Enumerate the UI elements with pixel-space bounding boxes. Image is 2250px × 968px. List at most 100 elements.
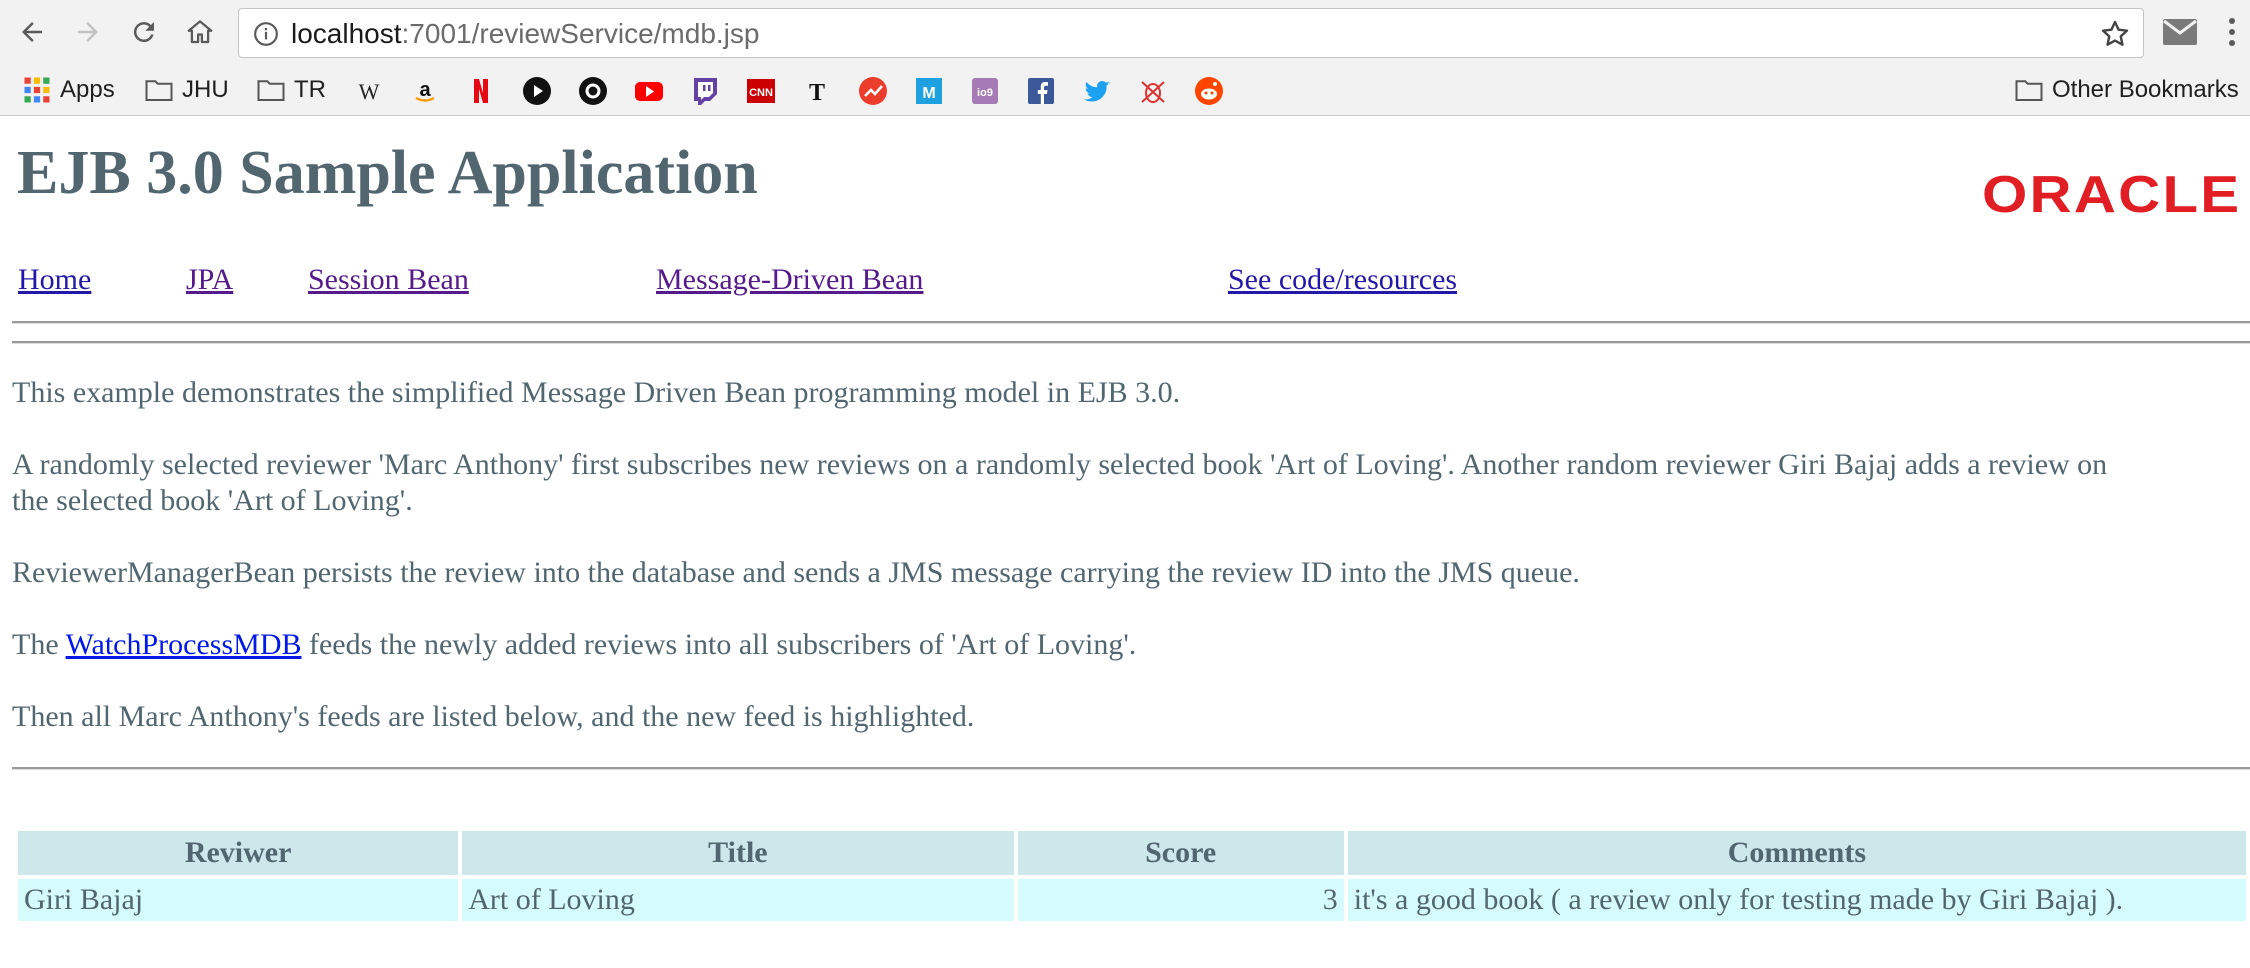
nav-code-link[interactable]: See code/resources xyxy=(1228,262,1457,298)
bookmark-play[interactable] xyxy=(522,76,552,106)
divider xyxy=(12,341,2250,344)
nav-jpa-link[interactable]: JPA xyxy=(186,262,233,298)
persist-paragraph: ReviewerManagerBean persists the review … xyxy=(12,556,1580,589)
bookmark-nytimes[interactable]: T xyxy=(802,76,832,106)
column-header-reviewer: Reviwer xyxy=(18,831,459,875)
page-content: EJB 3.0 Sample Application ORACLE Home J… xyxy=(0,117,2250,968)
nytimes-icon: T xyxy=(809,80,825,106)
scenario-paragraph: A randomly selected reviewer 'Marc Antho… xyxy=(12,447,2250,519)
medium-icon: M xyxy=(916,78,942,104)
bookmark-other-label: Other Bookmarks xyxy=(2052,76,2239,103)
reload-icon xyxy=(133,22,154,43)
play-icon xyxy=(523,77,551,105)
browser-toolbar: localhost:7001/reviewService/mdb.jsp xyxy=(0,0,2250,66)
column-header-title: Title xyxy=(462,831,1014,875)
folder-icon xyxy=(145,80,173,101)
bookmark-folder-jhu[interactable]: JHU xyxy=(144,72,229,108)
io9-icon: io9 xyxy=(972,78,998,104)
divider xyxy=(12,321,2250,324)
scenario-line-2: the selected book 'Art of Loving'. xyxy=(12,484,413,517)
facebook-icon xyxy=(1028,78,1054,104)
svg-text:a: a xyxy=(419,79,431,101)
wikipedia-icon: W xyxy=(359,79,380,104)
more-menu-icon[interactable] xyxy=(2222,15,2242,49)
svg-text:W: W xyxy=(359,79,380,104)
oracle-logo: ORACLE xyxy=(1982,166,2242,224)
bookmark-folder-jhu-label: JHU xyxy=(182,76,229,103)
mail-icon[interactable] xyxy=(2162,17,2198,47)
nav-session-bean-link[interactable]: Session Bean xyxy=(308,262,469,298)
column-header-score: Score xyxy=(1017,831,1344,875)
table-header-row: Reviwer Title Score Comments xyxy=(18,831,2246,875)
bookmark-facebook[interactable] xyxy=(1026,76,1056,106)
twitter-icon xyxy=(1084,81,1110,102)
bookmark-apps-label: Apps xyxy=(60,76,115,103)
amazon-icon: a xyxy=(415,79,435,102)
bookmark-amazon[interactable]: a xyxy=(410,76,440,106)
table-row: Giri Bajaj Art of Loving 3 it's a good b… xyxy=(18,879,2246,921)
url-host: localhost xyxy=(291,18,402,49)
netflix-icon xyxy=(474,79,488,103)
url-path: :7001/reviewService/mdb.jsp xyxy=(401,18,760,49)
back-arrow-icon xyxy=(22,22,42,42)
bookmark-trending[interactable] xyxy=(858,76,888,106)
feeds-paragraph: Then all Marc Anthony's feeds are listed… xyxy=(12,700,975,733)
svg-text:M: M xyxy=(922,85,935,102)
trending-icon xyxy=(859,77,887,105)
svg-text:io9: io9 xyxy=(977,87,993,99)
column-header-comments: Comments xyxy=(1347,831,2246,875)
folder-icon xyxy=(2015,80,2043,101)
mdb-text-post: feeds the newly added reviews into all s… xyxy=(301,628,1137,661)
url-text[interactable]: localhost:7001/reviewService/mdb.jsp xyxy=(291,19,759,49)
bookmark-twitch[interactable] xyxy=(690,76,720,106)
home-icon xyxy=(187,20,213,44)
bookmark-io9[interactable]: io9 xyxy=(970,76,1000,106)
bookmark-circle[interactable] xyxy=(578,76,608,106)
bookmark-reddit[interactable] xyxy=(1194,76,1224,106)
bookmark-star-icon[interactable] xyxy=(2099,18,2131,50)
divider xyxy=(12,767,2250,770)
bookmark-youtube[interactable] xyxy=(634,76,664,106)
youtube-icon xyxy=(635,82,663,101)
bookmark-netflix[interactable] xyxy=(466,76,496,106)
bookmark-wikipedia[interactable]: W xyxy=(354,76,384,106)
bug-icon xyxy=(1141,81,1165,103)
nav-mdb-link[interactable]: Message-Driven Bean xyxy=(656,262,923,298)
info-icon[interactable] xyxy=(253,21,279,47)
intro-paragraph: This example demonstrates the simplified… xyxy=(12,376,1181,409)
cnn-icon: CNN xyxy=(747,79,775,103)
folder-icon xyxy=(257,80,285,101)
nav-home-link[interactable]: Home xyxy=(18,262,91,298)
apps-grid-icon xyxy=(24,77,50,103)
bookmark-other[interactable]: Other Bookmarks xyxy=(2014,72,2239,108)
browser-chrome: localhost:7001/reviewService/mdb.jsp App… xyxy=(0,0,2250,116)
scenario-line-1: A randomly selected reviewer 'Marc Antho… xyxy=(12,448,2108,481)
forward-button[interactable] xyxy=(70,14,106,50)
svg-text:CNN: CNN xyxy=(749,87,773,99)
circle-icon xyxy=(579,77,607,105)
reviews-table: Reviwer Title Score Comments Giri Bajaj … xyxy=(14,827,2250,925)
cell-reviewer: Giri Bajaj xyxy=(18,879,459,921)
bookmark-apps[interactable]: Apps xyxy=(22,72,115,108)
twitch-icon xyxy=(694,78,717,105)
address-bar[interactable]: localhost:7001/reviewService/mdb.jsp xyxy=(238,8,2144,58)
home-button[interactable] xyxy=(182,14,218,50)
bookmark-folder-tr-label: TR xyxy=(294,76,326,103)
reload-button[interactable] xyxy=(126,14,162,50)
cell-score: 3 xyxy=(1017,879,1344,921)
mdb-paragraph: The WatchProcessMDB feeds the newly adde… xyxy=(12,627,2250,663)
back-button[interactable] xyxy=(14,14,50,50)
bookmark-folder-tr[interactable]: TR xyxy=(256,72,326,108)
bookmark-twitter[interactable] xyxy=(1082,76,1112,106)
cell-comments: it's a good book ( a review only for tes… xyxy=(1347,879,2246,921)
watchprocessmdb-link[interactable]: WatchProcessMDB xyxy=(66,628,302,661)
page-title: EJB 3.0 Sample Application xyxy=(17,139,758,207)
bookmark-cnn[interactable]: CNN xyxy=(746,76,776,106)
reddit-icon xyxy=(1195,77,1223,105)
mdb-text-pre: The xyxy=(12,628,66,661)
forward-arrow-icon xyxy=(78,22,98,42)
bookmark-bug[interactable] xyxy=(1138,76,1168,106)
bookmark-medium[interactable]: M xyxy=(914,76,944,106)
cell-title: Art of Loving xyxy=(462,879,1014,921)
bookmarks-bar: Apps JHU TR W a CNN T M io9 Other Bookma… xyxy=(0,66,2250,116)
